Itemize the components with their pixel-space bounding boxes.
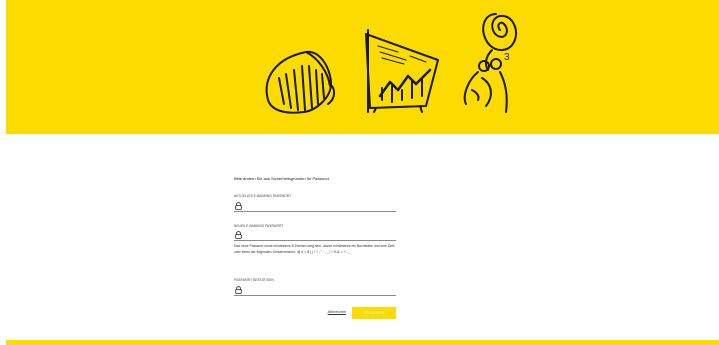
confirm-password-field[interactable] bbox=[234, 285, 396, 296]
chart-board-illustration bbox=[365, 29, 439, 113]
header-banner: 3 bbox=[6, 0, 719, 134]
password-hint: Das neue Passwort muss mindestens 8 Zeic… bbox=[234, 244, 395, 255]
form-actions: Abbrechen SPEICHERN bbox=[234, 307, 396, 319]
banner-superscript: 3 bbox=[504, 52, 510, 63]
lock-icon bbox=[235, 286, 242, 294]
confirm-password-input[interactable] bbox=[244, 285, 394, 294]
footer-bar bbox=[6, 340, 719, 345]
current-password-label: AKTUELLES E-BANKING PASSWORT bbox=[234, 194, 292, 198]
spiral-person-illustration bbox=[463, 13, 518, 113]
current-password-input[interactable] bbox=[244, 201, 394, 210]
new-password-field[interactable] bbox=[234, 230, 396, 241]
confirm-password-label: PASSWORT BESTÄTIGEN bbox=[234, 278, 274, 282]
new-password-input[interactable] bbox=[244, 230, 394, 239]
wastebasket-illustration bbox=[265, 50, 336, 114]
password-change-page: 3 Bitte ändern Sie aus Sicherheitsgründe… bbox=[0, 0, 719, 345]
cancel-link[interactable]: Abbrechen bbox=[328, 310, 346, 314]
save-button[interactable]: SPEICHERN bbox=[352, 307, 396, 319]
form-intro: Bitte ändern Sie aus Sicherheitsgründen … bbox=[234, 176, 331, 181]
new-password-label: NEUES E-BANKING PASSWORT bbox=[234, 224, 284, 228]
lock-icon bbox=[235, 202, 242, 210]
banner-illustration: 3 bbox=[265, 13, 518, 114]
lock-icon bbox=[235, 231, 242, 239]
current-password-field[interactable] bbox=[234, 201, 396, 212]
